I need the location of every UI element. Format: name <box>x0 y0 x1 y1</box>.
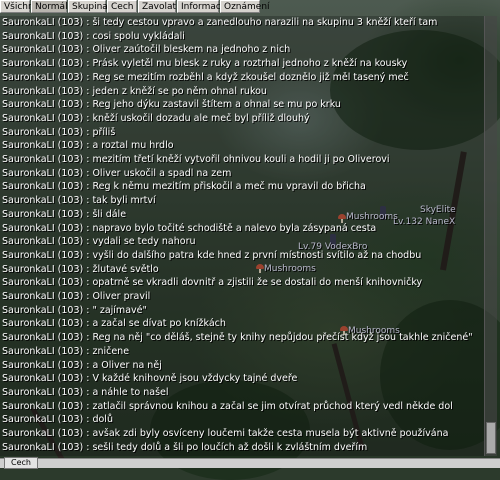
chat-line: SauronkaLI (103) : šli dále <box>2 208 127 220</box>
tab-oznámení[interactable]: Oznámení <box>220 0 270 13</box>
chat-line: SauronkaLI (103) : Reg k němu mezitím př… <box>2 181 366 193</box>
tab-zavolat[interactable]: Zavolat <box>138 0 176 13</box>
chat-line: SauronkaLI (103) : opatrně se vkradli do… <box>2 277 423 289</box>
chat-line: SauronkaLI (103) : a roztal mu hrdlo <box>2 140 174 152</box>
chat-line: SauronkaLI (103) : žlutavé světlo <box>2 263 159 275</box>
chat-line: SauronkaLI (103) : napravo bylo točité s… <box>2 222 377 234</box>
chat-line: SauronkaLI (103) : příliš <box>2 126 116 138</box>
chat-line: SauronkaLI (103) : vyšli do dalšího patr… <box>2 249 422 261</box>
tab-všichni[interactable]: Všichni <box>0 0 36 13</box>
chat-tab-bar: Všichni Normální Skupina Cech Zavolat Informa… <box>0 0 270 14</box>
chat-line: SauronkaLI (103) : Reg na něj "co děláš,… <box>2 332 473 344</box>
chat-channel-label[interactable]: Cech <box>4 457 38 469</box>
tab-normální[interactable]: Normální <box>31 0 76 13</box>
chat-line: SauronkaLI (103) : cosi spolu vykládali <box>2 30 185 42</box>
chat-line: SauronkaLI (103) : jeden z kněží se po n… <box>2 85 267 97</box>
tab-informace[interactable]: Informace <box>177 0 226 13</box>
chat-line: SauronkaLI (103) : Oliver pravil <box>2 291 151 302</box>
chat-line: SauronkaLI (103) : Oliver uskočil a spad… <box>2 167 232 179</box>
chat-line: SauronkaLI (103) : a začal se dívat po k… <box>2 318 226 330</box>
chat-line: SauronkaLI (103) : tak byli mrtví <box>2 195 156 207</box>
chat-line: SauronkaLI (103) : mezitím třetí kněží v… <box>2 154 390 165</box>
chat-line: SauronkaLI (103) : a náhle to našel <box>2 386 169 398</box>
chat-line: SauronkaLI (103) : Reg jeho dýku zastavi… <box>2 99 341 111</box>
chat-line: SauronkaLI (103) : sešli tedy dolů a šli… <box>2 441 368 453</box>
tab-cech[interactable]: Cech <box>107 0 137 13</box>
chat-line: SauronkaLI (103) : a Oliver na něj <box>2 359 162 371</box>
chat-line: SauronkaLI (103) : " zajímavé" <box>2 304 147 316</box>
chat-line: SauronkaLI (103) : dolů <box>2 414 113 426</box>
chat-line: SauronkaLI (103) : V každé knihovně jsou… <box>2 373 298 385</box>
chat-line: SauronkaLI (103) : vydali se tedy nahoru <box>2 236 196 248</box>
chat-line: SauronkaLI (103) : ši tedy cestou vpravo… <box>2 17 438 28</box>
chat-line: SauronkaLI (103) : zatlačil správnou kni… <box>2 400 453 412</box>
chat-line: SauronkaLI (103) : zničene <box>2 345 130 357</box>
chat-log[interactable]: SauronkaLI (103) : ši tedy cestou vpravo… <box>0 16 484 456</box>
chat-line: SauronkaLI (103) : Prásk vyletěl mu bles… <box>2 58 408 70</box>
chat-line: SauronkaLI (103) : avšak zdi byly osvíce… <box>2 428 449 439</box>
chat-line: SauronkaLI (103) : Oliver zaútočil blesk… <box>2 44 291 56</box>
tab-skupina[interactable]: Skupina <box>68 0 108 13</box>
chat-line: SauronkaLI (103) : kněží uskočil dozadu … <box>2 112 310 124</box>
chat-line: SauronkaLI (103) : Reg se mezitím rozběh… <box>2 71 409 83</box>
scrollbar-thumb[interactable] <box>486 422 496 454</box>
chat-scrollbar[interactable] <box>484 16 497 456</box>
